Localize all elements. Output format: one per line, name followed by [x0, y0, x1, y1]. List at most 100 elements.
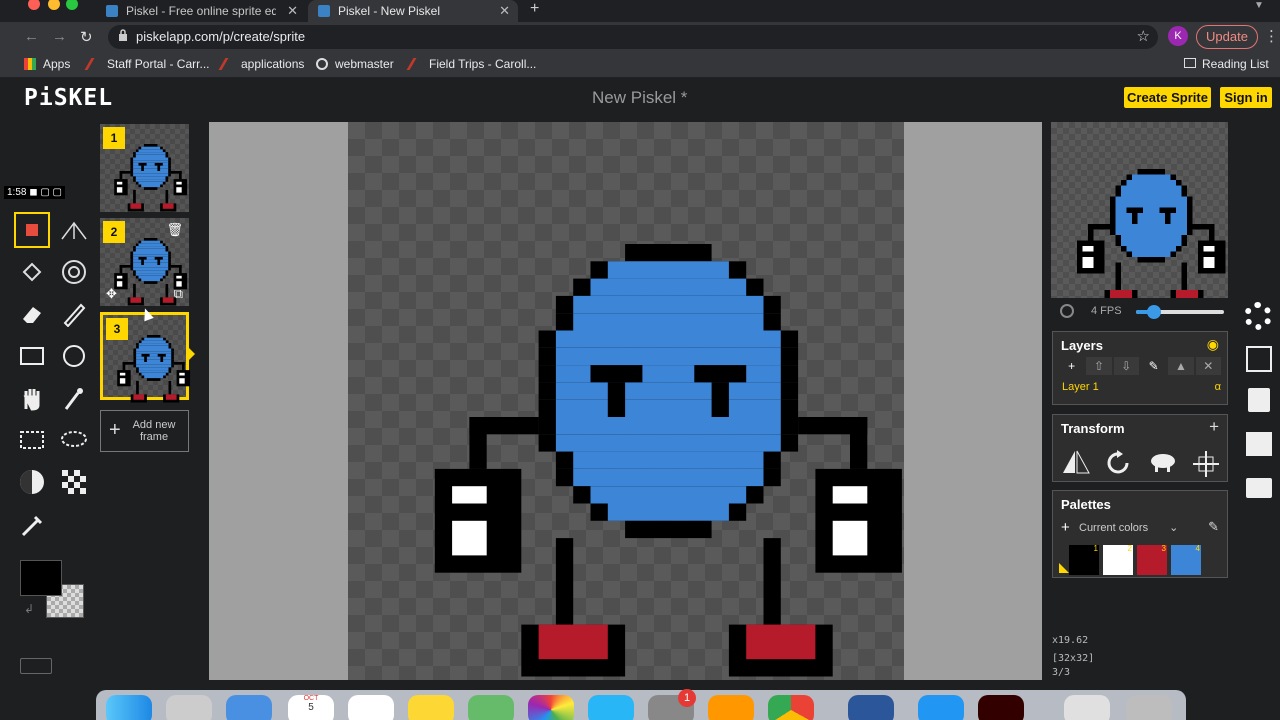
close-window-icon[interactable] — [28, 0, 40, 10]
frame-thumbnail-1[interactable]: 1 — [100, 124, 189, 212]
eraser-tool[interactable] — [14, 296, 50, 332]
fps-slider[interactable] — [1136, 305, 1224, 319]
paint-bucket-tool[interactable] — [14, 254, 50, 290]
edit-layer-button[interactable]: ✎ — [1141, 357, 1166, 375]
swap-colors-icon[interactable]: ↲ — [24, 602, 34, 616]
delete-frame-icon[interactable]: 🗑 — [166, 222, 183, 238]
move-tool[interactable] — [14, 380, 50, 416]
drawing-canvas[interactable] — [348, 122, 904, 680]
circle-tool[interactable] — [56, 338, 92, 374]
bookmark-apps[interactable]: Apps — [24, 57, 70, 71]
bookmark-star-icon[interactable]: ☆ — [1137, 27, 1150, 45]
lighten-tool[interactable] — [14, 464, 50, 500]
launchpad-icon[interactable] — [166, 695, 212, 720]
colorswap-tool[interactable] — [56, 254, 92, 290]
chrome-icon[interactable] — [768, 695, 814, 720]
shape-selection-tool[interactable] — [56, 380, 92, 416]
reload-icon[interactable]: ↻ — [80, 28, 93, 46]
palette-swatch-3[interactable]: 3 — [1137, 544, 1167, 575]
reminders-icon[interactable] — [348, 695, 394, 720]
rectangle-tool[interactable] — [14, 338, 50, 374]
move-layer-down-button[interactable]: ⇩ — [1113, 357, 1139, 375]
trash-icon[interactable] — [1126, 695, 1172, 720]
flip-button[interactable] — [1061, 449, 1091, 480]
tab-search-icon[interactable]: ▼ — [1254, 0, 1264, 11]
calendar-icon[interactable]: OCT 5 — [288, 695, 334, 720]
save-icon[interactable] — [1248, 388, 1270, 412]
blender-icon[interactable] — [708, 695, 754, 720]
close-tab-icon[interactable]: ✕ — [499, 3, 510, 19]
close-tab-icon[interactable]: ✕ — [287, 3, 298, 19]
sign-in-button[interactable]: Sign in — [1220, 87, 1272, 108]
add-palette-icon[interactable]: + — [1061, 519, 1070, 536]
palette-swatch-4[interactable]: 4 — [1171, 544, 1201, 575]
settings-icon[interactable] — [1244, 302, 1272, 330]
eye-icon[interactable]: ◉ — [1207, 336, 1219, 353]
move-frame-icon[interactable]: ✥ — [106, 286, 117, 302]
stroke-tool[interactable] — [56, 296, 92, 332]
frame-thumbnail-3[interactable]: 3 — [100, 312, 191, 403]
move-layer-up-button[interactable]: ⇧ — [1086, 357, 1112, 375]
maximize-window-icon[interactable] — [66, 0, 78, 10]
update-button[interactable]: Update — [1196, 25, 1258, 49]
system-preferences-icon[interactable]: 1 — [648, 689, 696, 720]
pen-tool[interactable] — [14, 212, 50, 248]
vertical-mirror-tool[interactable] — [56, 212, 92, 248]
word-icon[interactable] — [848, 695, 894, 720]
delete-layer-button[interactable]: ✕ — [1195, 357, 1221, 375]
layer-item[interactable]: Layer 1 α — [1053, 378, 1229, 396]
back-icon[interactable]: ← — [24, 28, 39, 45]
duplicate-frame-icon[interactable]: ⧉ — [174, 286, 183, 302]
primary-color-swatch[interactable] — [20, 560, 62, 596]
edit-palette-icon[interactable]: ✎ — [1208, 519, 1219, 535]
mail-icon[interactable] — [226, 695, 272, 720]
create-sprite-button[interactable]: Create Sprite — [1124, 87, 1211, 108]
animation-preview[interactable] — [1051, 122, 1228, 307]
notes-icon[interactable] — [408, 695, 454, 720]
piskel-logo[interactable]: PiSKEL — [24, 85, 113, 111]
new-tab-icon[interactable]: + — [530, 0, 539, 18]
add-new-frame-button[interactable]: + Add new frame — [100, 410, 189, 452]
bookmark-field-trips[interactable]: Field Trips - Caroll... — [406, 57, 536, 71]
sprite-glove-pixel — [1082, 246, 1094, 252]
reading-list-button[interactable]: Reading List — [1184, 57, 1269, 71]
illustrator-icon[interactable] — [978, 695, 1024, 720]
address-bar[interactable]: piskelapp.com/p/create/sprite ☆ — [108, 25, 1158, 49]
expand-plus-icon[interactable]: + — [1209, 417, 1219, 437]
rotate-button[interactable] — [1105, 449, 1133, 482]
layer-alpha[interactable]: α — [1215, 378, 1221, 396]
rectangle-select-tool[interactable] — [14, 422, 50, 458]
clone-button[interactable] — [1147, 451, 1179, 478]
bookmark-applications[interactable]: applications — [218, 57, 304, 71]
forward-icon[interactable]: → — [52, 28, 67, 45]
documents-folder-icon[interactable] — [1064, 695, 1110, 720]
open-folder-icon[interactable] — [1246, 478, 1272, 498]
palette-swatch-1[interactable]: 1 — [1069, 544, 1099, 575]
fps-slider-knob[interactable] — [1146, 305, 1161, 319]
maps-icon[interactable] — [468, 695, 514, 720]
add-layer-button[interactable]: + — [1059, 357, 1084, 375]
finder-icon[interactable] — [106, 695, 152, 720]
resize-icon[interactable] — [1246, 346, 1272, 372]
photos-icon[interactable] — [528, 695, 574, 720]
browser-menu-icon[interactable]: ⋮ — [1264, 27, 1279, 45]
export-image-icon[interactable] — [1246, 432, 1272, 456]
frame-thumbnail-2[interactable]: 2 🗑 ✥ ⧉ — [100, 218, 189, 306]
keyboard-shortcuts-icon[interactable] — [20, 658, 52, 674]
bookmark-webmaster[interactable]: webmaster — [316, 57, 394, 71]
palette-swatch-2[interactable]: 2 — [1103, 544, 1133, 575]
merge-layer-button[interactable]: ▲ — [1168, 357, 1194, 375]
lasso-select-tool[interactable] — [56, 422, 92, 458]
palette-select[interactable]: Current colors ⌄ — [1079, 521, 1178, 534]
safari-icon[interactable] — [918, 695, 964, 720]
keynote-icon[interactable] — [588, 695, 634, 720]
color-picker-tool[interactable] — [14, 508, 50, 544]
browser-tab-new-piskel[interactable]: Piskel - New Piskel ✕ — [308, 0, 518, 22]
browser-tab-piskel-home[interactable]: Piskel - Free online sprite edito ✕ — [96, 0, 306, 22]
minimize-window-icon[interactable] — [48, 0, 60, 10]
center-button[interactable] — [1193, 451, 1219, 482]
profile-avatar[interactable]: K — [1168, 26, 1188, 46]
onion-skin-icon[interactable] — [1060, 304, 1074, 318]
bookmark-staff-portal[interactable]: Staff Portal - Carr... — [84, 57, 209, 71]
dithering-tool[interactable] — [56, 464, 92, 500]
